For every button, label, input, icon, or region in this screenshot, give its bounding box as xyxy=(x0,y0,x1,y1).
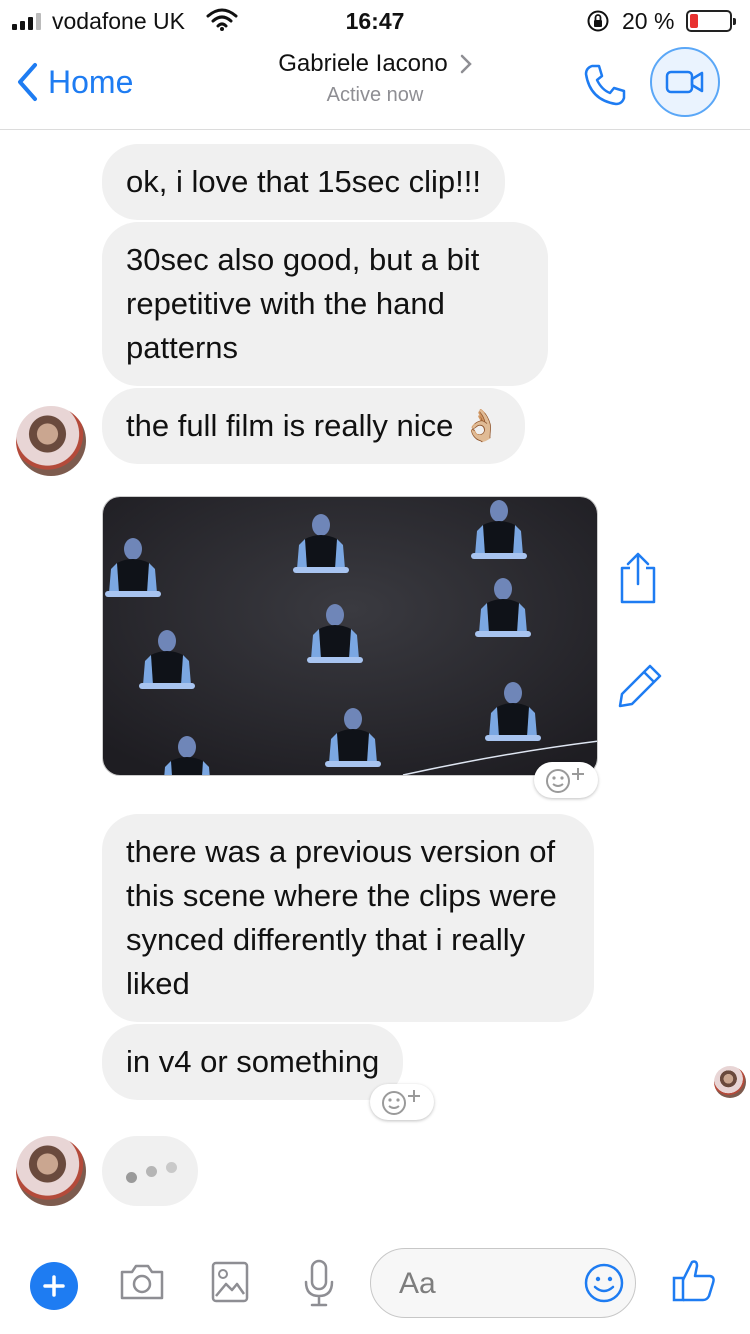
video-call-button[interactable] xyxy=(650,47,720,117)
edit-pencil-icon xyxy=(618,664,662,708)
thumbs-up-icon xyxy=(672,1260,715,1302)
add-reaction-icon xyxy=(382,1090,420,1115)
like-button[interactable] xyxy=(670,1256,718,1309)
add-reaction-button[interactable] xyxy=(370,1084,434,1120)
status-bar: vodafone UK 16:47 20 % xyxy=(0,0,750,40)
call-button[interactable] xyxy=(582,62,628,113)
share-icon xyxy=(620,552,656,604)
typing-indicator xyxy=(102,1136,198,1206)
share-button[interactable] xyxy=(616,550,660,611)
avatar[interactable] xyxy=(16,406,86,476)
message-bubble[interactable]: ok, i love that 15sec clip!!! xyxy=(102,144,505,220)
message-bubble[interactable]: 30sec also good, but a bit repetitive wi… xyxy=(102,222,548,386)
camera-button[interactable] xyxy=(118,1262,166,1307)
microphone-icon xyxy=(304,1259,334,1307)
battery-percent: 20 % xyxy=(622,8,675,34)
edit-button[interactable] xyxy=(616,662,664,715)
composer-bar xyxy=(0,1240,750,1334)
contact-status: Active now xyxy=(326,84,424,106)
video-thumbnail xyxy=(103,497,597,775)
image-message[interactable] xyxy=(102,496,598,776)
battery-level xyxy=(690,14,698,28)
read-receipt-avatar xyxy=(714,1066,746,1098)
conversation-header: Home Gabriele Iacono Active now xyxy=(0,40,750,130)
message-field[interactable] xyxy=(370,1248,636,1318)
more-actions-button[interactable] xyxy=(30,1262,78,1310)
voice-message-button[interactable] xyxy=(302,1258,336,1313)
chevron-right-icon xyxy=(460,54,472,74)
message-bubble[interactable]: the full film is really nice 👌🏼 xyxy=(102,388,525,464)
contact-info[interactable]: Gabriele Iacono Active now xyxy=(0,50,750,107)
smiley-icon xyxy=(584,1263,624,1303)
contact-name: Gabriele Iacono xyxy=(278,50,448,77)
message-bubble[interactable]: in v4 or something xyxy=(102,1024,404,1100)
gallery-button[interactable] xyxy=(210,1260,250,1309)
add-reaction-icon xyxy=(546,768,584,793)
video-camera-icon xyxy=(665,70,704,94)
add-reaction-button[interactable] xyxy=(534,762,598,798)
phone-icon xyxy=(584,64,626,106)
rotation-lock-icon xyxy=(586,9,610,38)
message-bubble[interactable]: there was a previous version of this sce… xyxy=(102,814,594,1022)
avatar[interactable] xyxy=(16,1136,86,1206)
plus-icon xyxy=(43,1275,65,1297)
camera-icon xyxy=(120,1264,164,1300)
emoji-button[interactable] xyxy=(583,1262,625,1309)
battery-icon xyxy=(686,10,736,32)
message-input[interactable] xyxy=(399,1263,569,1305)
image-icon xyxy=(211,1261,249,1303)
